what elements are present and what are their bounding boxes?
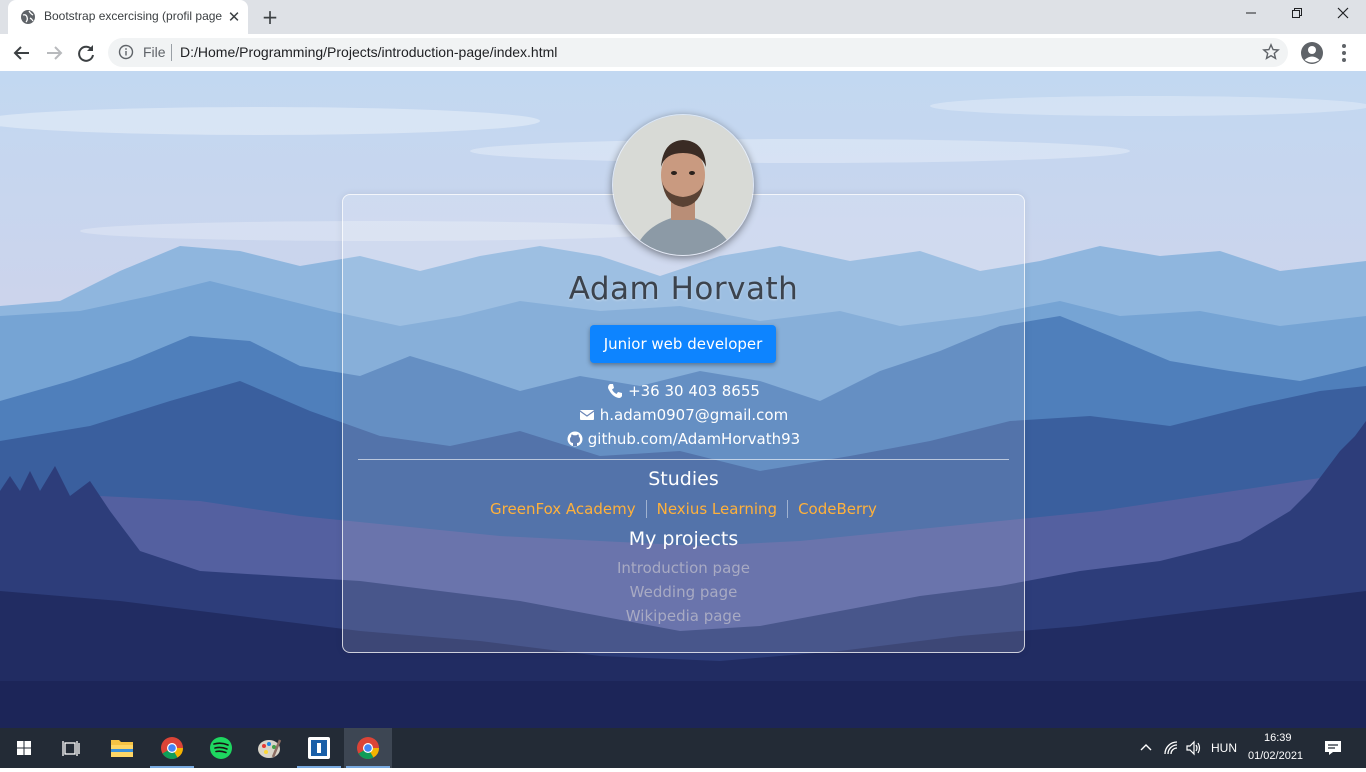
close-icon[interactable]: ✕ [225,8,243,26]
study-link-codeberry[interactable]: CodeBerry [787,500,887,518]
phone-row[interactable]: +36 30 403 8655 [342,380,1025,402]
github-row[interactable]: github.com/AdamHorvath93 [342,428,1025,450]
tab-title: Bootstrap excercising (profil page) [44,9,222,23]
chrome-icon [161,737,183,759]
new-tab-button[interactable]: + [258,6,282,28]
back-arrow-icon[interactable] [8,39,36,67]
url-text[interactable]: D:/Home/Programming/Projects/introductio… [180,44,557,60]
reload-icon[interactable] [72,39,100,67]
window-close-button[interactable] [1320,0,1366,30]
star-icon[interactable] [1262,43,1280,61]
globe-icon [21,10,35,24]
profile-photo [613,115,753,255]
network-icon[interactable] [1163,740,1179,756]
role-badge-button[interactable]: Junior web developer [590,325,776,363]
chrome-taskbar-button[interactable] [148,728,196,768]
url-scheme-label: File [143,44,166,60]
paint-button[interactable] [246,728,294,768]
task-view-icon [62,741,80,756]
email-row[interactable]: h.adam0907@gmail.com [342,404,1025,426]
email-address: h.adam0907@gmail.com [599,406,789,424]
file-explorer-button[interactable] [98,728,146,768]
spotify-icon [210,737,232,759]
restore-button[interactable] [1274,0,1320,30]
windows-start-icon [17,741,31,755]
studies-list: GreenFox Academy Nexius Learning CodeBer… [342,496,1025,522]
address-bar[interactable]: File D:/Home/Programming/Projects/introd… [108,38,1288,67]
envelope-icon [579,410,595,420]
clock-time[interactable]: 16:39 [1264,732,1292,744]
editor-icon [308,737,330,759]
phone-number: +36 30 403 8655 [628,382,760,400]
profile-name: Adam Horvath [568,271,799,307]
studies-heading: Studies [648,468,719,490]
tray-chevron-up-icon[interactable] [1139,741,1153,755]
editor-taskbar-button[interactable] [295,728,343,768]
github-icon [567,431,583,447]
project-link-wikipedia[interactable]: Wikipedia page [342,607,1025,625]
study-link-nexius[interactable]: Nexius Learning [645,500,787,518]
project-link-introduction[interactable]: Introduction page [342,559,1025,577]
taskbar: HUN 16:39 01/02/2021 [0,728,1366,768]
avatar [612,114,754,256]
minimize-icon [1246,12,1256,14]
tab-strip: Bootstrap excercising (profil page) ✕ + [0,0,1366,34]
paint-icon [258,739,282,758]
language-indicator[interactable]: HUN [1211,741,1237,755]
card-divider [358,459,1009,460]
spotify-button[interactable] [197,728,245,768]
minimize-button[interactable] [1228,0,1274,30]
menu-icon[interactable] [1336,41,1352,65]
project-link-wedding[interactable]: Wedding page [342,583,1025,601]
start-button[interactable] [0,728,48,768]
projects-heading: My projects [628,528,739,550]
restore-icon [1292,8,1302,18]
phone-icon [608,384,623,398]
task-view-button[interactable] [48,728,96,768]
url-separator [171,44,172,61]
notification-icon[interactable] [1324,740,1342,756]
browser-toolbar: File D:/Home/Programming/Projects/introd… [0,34,1366,72]
info-icon[interactable] [118,44,134,60]
github-link: github.com/AdamHorvath93 [587,430,801,448]
volume-icon[interactable] [1185,740,1203,756]
study-link-greenfox[interactable]: GreenFox Academy [480,500,646,518]
page-viewport: Adam Horvath Junior web developer +36 30… [0,71,1366,728]
forward-arrow-icon[interactable] [40,39,68,67]
account-icon[interactable] [1300,41,1324,65]
chrome-icon [357,737,379,759]
file-explorer-icon [111,740,133,757]
browser-tab[interactable]: Bootstrap excercising (profil page) ✕ [8,0,248,34]
clock-date[interactable]: 01/02/2021 [1248,750,1303,762]
close-icon [1337,7,1349,19]
chrome-active-taskbar-button[interactable] [344,728,392,768]
